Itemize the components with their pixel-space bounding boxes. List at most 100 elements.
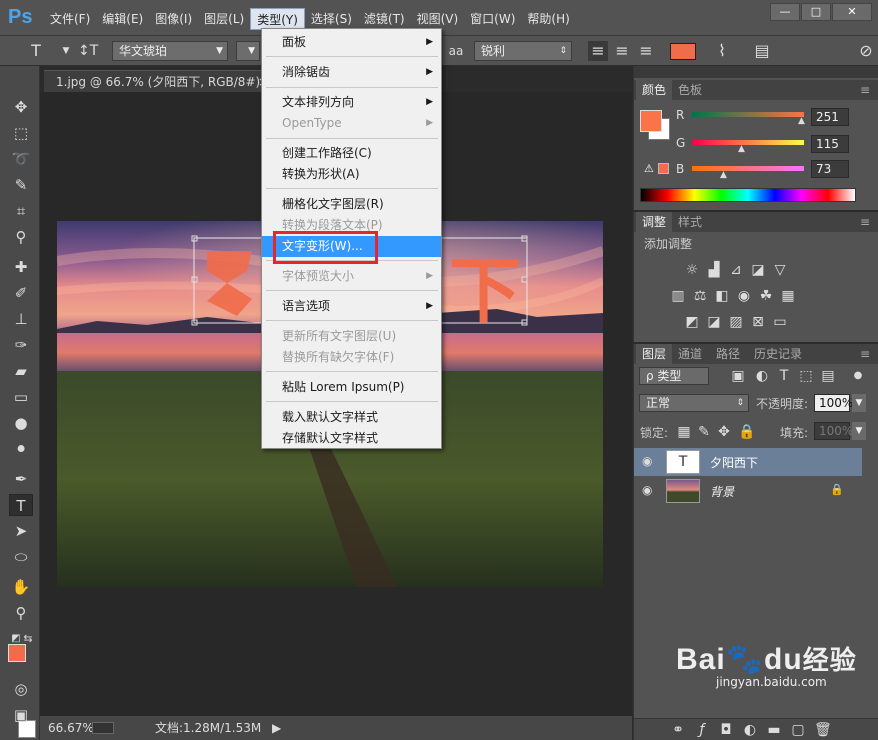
g-slider[interactable] — [692, 140, 804, 145]
new-layer-icon[interactable]: ▢ — [790, 722, 806, 738]
filter-pixel-icon[interactable]: ▣ — [730, 368, 746, 384]
antialias-select[interactable]: 锐利 ⇕ — [474, 41, 572, 61]
close-button[interactable]: ✕ — [832, 3, 872, 21]
menu-type[interactable]: 类型(Y) — [250, 8, 305, 30]
foreground-color-swatch[interactable] — [8, 644, 26, 662]
brush-tool-icon[interactable]: ✐ — [9, 282, 33, 304]
align-right-icon[interactable]: ≡ — [636, 41, 656, 61]
filter-smart-icon[interactable]: ▤ — [820, 368, 836, 384]
eye-icon[interactable]: ◉ — [642, 483, 656, 497]
add-mask-icon[interactable]: ◘ — [718, 722, 734, 738]
zoom-level[interactable]: 66.67% — [48, 716, 94, 740]
slider-thumb-icon[interactable]: ▲ — [720, 170, 727, 180]
fill-input[interactable]: 100% — [814, 422, 853, 440]
filter-text-icon[interactable]: T — [776, 368, 792, 384]
b-slider[interactable] — [692, 166, 804, 171]
hue-saturation-icon[interactable]: ▥ — [670, 288, 686, 304]
b-value[interactable]: 73 — [811, 160, 849, 178]
tab-adjustments[interactable]: 调整 — [636, 212, 673, 232]
pen-tool-icon[interactable]: ✒ — [9, 468, 33, 490]
black-white-icon[interactable]: ◧ — [714, 288, 730, 304]
lock-transparent-icon[interactable]: ▦ — [676, 424, 692, 440]
menu-view[interactable]: 视图(V) — [411, 8, 465, 30]
menu-layer[interactable]: 图层(L) — [198, 8, 250, 30]
posterize-icon[interactable]: ◪ — [706, 314, 722, 330]
r-value[interactable]: 251 — [811, 108, 849, 126]
text-orientation-icon[interactable]: ↕T — [78, 41, 98, 61]
menu-item-antialias[interactable]: 消除锯齿 ▶ — [262, 62, 441, 83]
fx-icon[interactable]: ƒ — [694, 722, 710, 738]
text-color-swatch[interactable] — [670, 43, 696, 60]
tab-styles[interactable]: 样式 — [672, 212, 708, 232]
crop-tool-icon[interactable]: ⌗ — [9, 200, 33, 222]
levels-icon[interactable]: ▟ — [706, 262, 722, 278]
panel-collapse-bar[interactable] — [634, 66, 878, 78]
menu-item-save-default-style[interactable]: 存储默认文字样式 — [262, 428, 441, 449]
maximize-button[interactable]: □ — [801, 3, 831, 21]
screen-mode-icon[interactable]: ▣ — [9, 704, 33, 726]
color-lookup-icon[interactable]: ▦ — [780, 288, 796, 304]
document-tab[interactable]: 1.jpg @ 66.7% (夕阳西下, RGB/8#) * × — [44, 70, 276, 92]
lock-all-icon[interactable]: 🔒 — [738, 424, 755, 440]
minimize-button[interactable]: — — [770, 3, 800, 21]
curves-icon[interactable]: ⊿ — [728, 262, 744, 278]
lasso-tool-icon[interactable]: ➰ — [9, 148, 33, 170]
fg-color-chip[interactable] — [640, 110, 662, 132]
g-value[interactable]: 115 — [811, 135, 849, 153]
lock-position-icon[interactable]: ✥ — [716, 424, 732, 440]
exposure-icon[interactable]: ◪ — [750, 262, 766, 278]
filter-shape-icon[interactable]: ⬚ — [798, 368, 814, 384]
layer-filter-select[interactable]: ρ 类型 — [639, 367, 709, 385]
eye-icon[interactable]: ◉ — [642, 454, 656, 468]
menu-filter[interactable]: 滤镜(T) — [358, 8, 411, 30]
menu-item-language-options[interactable]: 语言选项 ▶ — [262, 296, 441, 317]
tab-color[interactable]: 颜色 — [636, 80, 673, 100]
menu-file[interactable]: 文件(F) — [44, 8, 96, 30]
align-center-icon[interactable]: ≡ — [612, 41, 632, 61]
slider-thumb-icon[interactable]: ▲ — [738, 144, 745, 154]
menu-item-convert-to-shape[interactable]: 转换为形状(A) — [262, 164, 441, 185]
menu-image[interactable]: 图像(I) — [149, 8, 198, 30]
zoom-tool-icon[interactable]: ⚲ — [9, 602, 33, 624]
new-group-icon[interactable]: ▬ — [766, 722, 782, 738]
cancel-icon[interactable]: ⊘ — [856, 41, 876, 61]
clone-stamp-tool-icon[interactable]: ⊥ — [9, 308, 33, 330]
opacity-dropdown-icon[interactable]: ▼ — [852, 394, 866, 412]
font-family-select[interactable]: 华文琥珀 ▼ — [112, 41, 228, 61]
panel-menu-icon[interactable]: ≡ — [854, 212, 876, 232]
gradient-map-icon[interactable]: ▭ — [772, 314, 788, 330]
healing-brush-tool-icon[interactable]: ✚ — [9, 256, 33, 278]
blend-mode-select[interactable]: 正常 ⇕ — [639, 394, 749, 412]
status-icon[interactable] — [92, 722, 114, 734]
tab-history[interactable]: 历史记录 — [748, 344, 808, 364]
color-balance-icon[interactable]: ⚖ — [692, 288, 708, 304]
fill-dropdown-icon[interactable]: ▼ — [852, 422, 866, 440]
history-brush-tool-icon[interactable]: ✑ — [9, 334, 33, 356]
tab-channels[interactable]: 通道 — [672, 344, 708, 364]
vibrance-icon[interactable]: ▽ — [772, 262, 788, 278]
lock-pixels-icon[interactable]: ✎ — [696, 424, 712, 440]
threshold-icon[interactable]: ▨ — [728, 314, 744, 330]
eyedropper-tool-icon[interactable]: ⚲ — [9, 226, 33, 248]
text-tool-preset-icon[interactable]: T — [26, 41, 46, 61]
menu-item-orientation[interactable]: 文本排列方向 ▶ — [262, 92, 441, 113]
menu-item-rasterize[interactable]: 栅格化文字图层(R) — [262, 194, 441, 215]
align-left-icon[interactable]: ≡ — [588, 41, 608, 61]
quick-mask-icon[interactable]: ◎ — [9, 678, 33, 700]
menu-item-create-work-path[interactable]: 创建工作路径(C) — [262, 143, 441, 164]
marquee-tool-icon[interactable]: ⬚ — [9, 122, 33, 144]
color-spectrum-bar[interactable] — [640, 188, 856, 202]
path-select-tool-icon[interactable]: ➤ — [9, 520, 33, 542]
menu-item-paste-lorem[interactable]: 粘贴 Lorem Ipsum(P) — [262, 377, 441, 398]
menu-window[interactable]: 窗口(W) — [464, 8, 521, 30]
tab-paths[interactable]: 路径 — [710, 344, 746, 364]
blur-tool-icon[interactable]: ● — [9, 412, 33, 434]
type-tool-icon[interactable]: T — [9, 494, 33, 516]
character-panel-icon[interactable]: ▤ — [752, 41, 772, 61]
r-slider[interactable] — [692, 112, 804, 117]
menu-item-panels[interactable]: 面板 ▶ — [262, 32, 441, 53]
opacity-input[interactable]: 100% — [814, 394, 853, 412]
slider-thumb-icon[interactable]: ▲ — [798, 116, 805, 126]
trash-icon[interactable]: 🗑 — [814, 722, 832, 738]
panel-menu-icon[interactable]: ≡ — [854, 344, 876, 364]
